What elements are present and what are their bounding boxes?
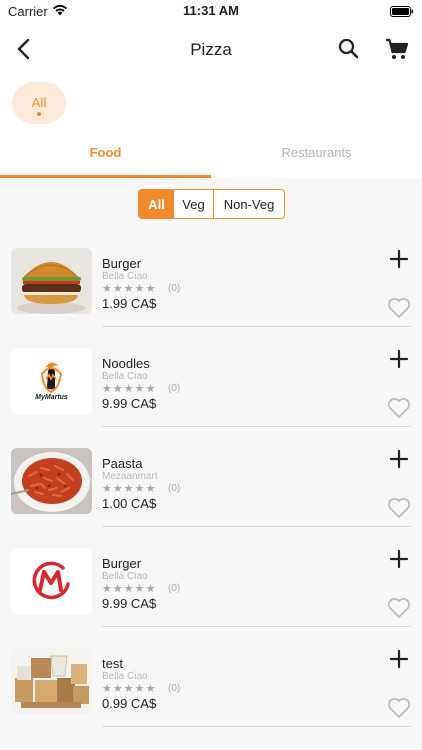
tab-bar: Food Restaurants	[0, 132, 422, 178]
list-item[interactable]: MyMartus Noodles Bella Ciao ★★★★★ (0) 9.…	[0, 336, 422, 436]
filter-all-button[interactable]: All	[139, 190, 174, 218]
cart-button[interactable]	[383, 35, 411, 63]
plus-icon	[389, 449, 409, 469]
item-price: 9.99 CA$	[102, 596, 157, 611]
tab-restaurants[interactable]: Restaurants	[211, 132, 422, 178]
selected-dot	[37, 112, 41, 116]
favorite-button[interactable]	[386, 296, 412, 320]
add-to-cart-button[interactable]	[388, 448, 410, 470]
plus-icon	[389, 549, 409, 569]
plus-icon	[389, 349, 409, 369]
veg-filter: All Veg Non-Veg	[138, 189, 285, 219]
plus-icon	[389, 649, 409, 669]
plus-icon	[389, 249, 409, 269]
divider	[102, 426, 411, 427]
status-time: 11:31 AM	[183, 3, 239, 18]
mymartus-logo: MyMartus	[11, 348, 92, 414]
item-name: test	[102, 656, 123, 671]
pasta-photo	[11, 448, 92, 514]
divider	[102, 726, 411, 727]
item-price: 9.99 CA$	[102, 396, 157, 411]
item-price: 1.99 CA$	[102, 296, 157, 311]
rating-count: (0)	[168, 683, 181, 694]
heart-icon	[387, 297, 411, 318]
favorite-button[interactable]	[386, 696, 412, 720]
item-name: Burger	[102, 256, 142, 271]
heart-icon	[387, 397, 411, 418]
item-price: 1.00 CA$	[102, 496, 157, 511]
boxes-photo	[11, 648, 92, 714]
rating-stars: ★★★★★	[102, 383, 157, 395]
search-button[interactable]	[335, 35, 363, 63]
add-to-cart-button[interactable]	[388, 548, 410, 570]
list-item[interactable]: Burger Bella Ciao ★★★★★ (0) 1.99 CA$	[0, 236, 422, 336]
add-to-cart-button[interactable]	[388, 648, 410, 670]
food-list: All Veg Non-Veg Burger Bella Ciao ★★★★★ …	[0, 178, 422, 750]
item-restaurant: Bella Ciao	[102, 671, 148, 682]
item-restaurant: Mezaanmart	[102, 471, 158, 482]
status-bar: Carrier 11:31 AM	[0, 0, 422, 22]
list-item[interactable]: Paasta Mezaanmart ★★★★★ (0) 1.00 CA$	[0, 436, 422, 536]
list-item[interactable]: test Bella Ciao ★★★★★ (0) 0.99 CA$	[0, 636, 422, 736]
nav-bar: Pizza	[0, 22, 422, 78]
burger-photo	[11, 248, 92, 314]
divider	[102, 626, 411, 627]
category-chip-label: All	[31, 95, 47, 110]
filter-veg-button[interactable]: Veg	[174, 190, 214, 218]
item-name: Burger	[102, 556, 142, 571]
filter-nonveg-button[interactable]: Non-Veg	[214, 190, 284, 218]
divider	[102, 526, 411, 527]
item-restaurant: Bella Ciao	[102, 371, 148, 382]
add-to-cart-button[interactable]	[388, 348, 410, 370]
rating-count: (0)	[168, 583, 181, 594]
item-restaurant: Bella Ciao	[102, 571, 148, 582]
item-name: Noodles	[102, 356, 150, 371]
m-logo	[11, 548, 92, 614]
heart-icon	[387, 597, 411, 618]
favorite-button[interactable]	[386, 596, 412, 620]
favorite-button[interactable]	[386, 496, 412, 520]
battery-icon	[390, 5, 414, 20]
rating-count: (0)	[168, 483, 181, 494]
favorite-button[interactable]	[386, 396, 412, 420]
logo-text: MyMartus	[35, 394, 68, 401]
cart-icon	[386, 38, 409, 59]
category-chip-all[interactable]: All	[12, 82, 66, 124]
rating-stars: ★★★★★	[102, 683, 157, 695]
item-price: 0.99 CA$	[102, 696, 157, 711]
divider	[102, 326, 411, 327]
add-to-cart-button[interactable]	[388, 248, 410, 270]
heart-icon	[387, 497, 411, 518]
rating-stars: ★★★★★	[102, 583, 157, 595]
heart-icon	[387, 697, 411, 718]
rating-count: (0)	[168, 383, 181, 394]
search-icon	[338, 38, 359, 59]
list-item[interactable]: Burger Bella Ciao ★★★★★ (0) 9.99 CA$	[0, 536, 422, 636]
item-restaurant: Bella Ciao	[102, 271, 148, 282]
item-name: Paasta	[102, 456, 143, 471]
rating-stars: ★★★★★	[102, 283, 157, 295]
rating-count: (0)	[168, 283, 181, 294]
rating-stars: ★★★★★	[102, 483, 157, 495]
tab-food[interactable]: Food	[0, 132, 211, 178]
